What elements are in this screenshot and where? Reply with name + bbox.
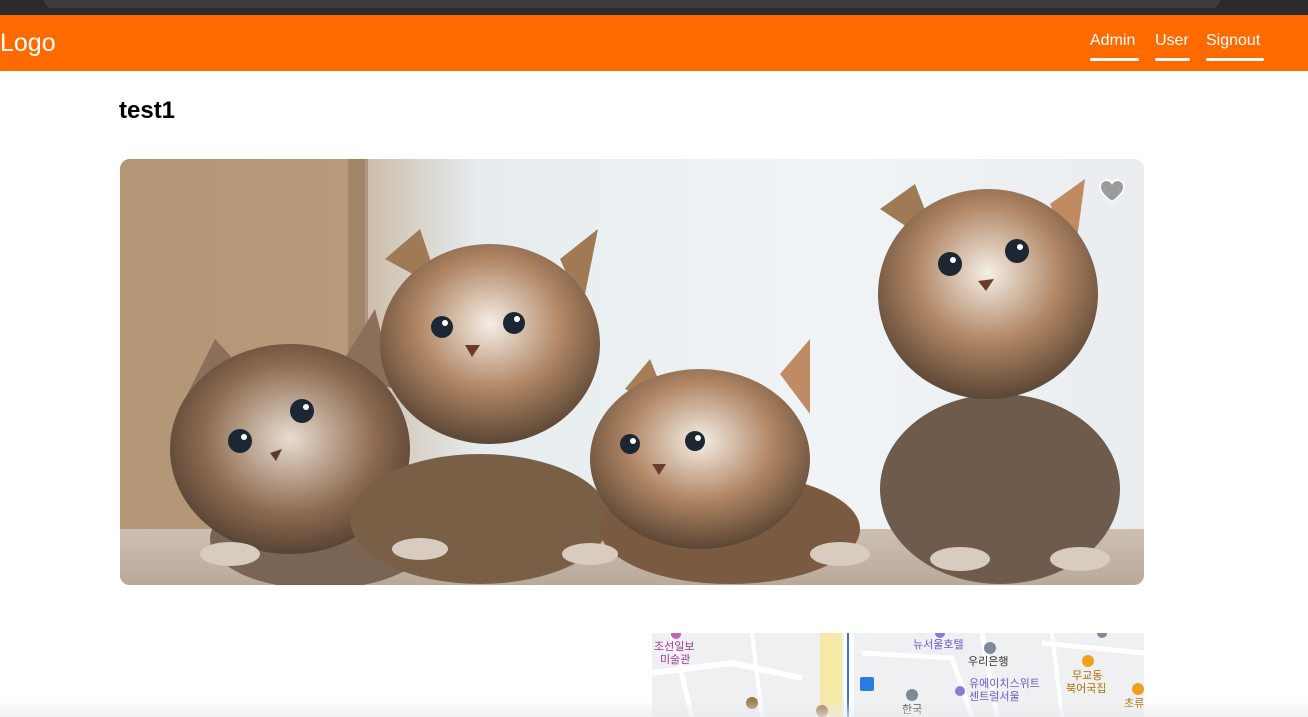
map-label: 우리은행 <box>968 656 1009 668</box>
browser-chrome <box>0 0 1308 15</box>
heart-icon[interactable] <box>1099 179 1125 203</box>
kittens-photo <box>120 159 1144 585</box>
logo[interactable]: Logo <box>0 27 56 59</box>
map-label: 조선일보 <box>654 641 695 653</box>
map-label: 초류 <box>1124 698 1144 710</box>
map-label: 북어국집 <box>1066 683 1107 695</box>
page-title: test1 <box>119 97 176 124</box>
nav-signout-link[interactable]: Signout <box>1206 31 1264 61</box>
nav-user-link[interactable]: User <box>1155 31 1190 61</box>
nav-admin-underline <box>1090 58 1139 61</box>
location-map[interactable]: 조선일보 미술관 뉴서울호텔 우리은행 유에이치스위트 센트럴서울 무교동 북어… <box>652 633 1144 717</box>
nav-admin-link[interactable]: Admin <box>1090 31 1139 61</box>
nav-user-label: User <box>1155 32 1189 49</box>
nav-signout-label: Signout <box>1206 32 1261 49</box>
map-label: 미술관 <box>660 654 691 666</box>
map-tiles <box>652 633 1144 717</box>
map-label: 뉴서울호텔 <box>913 639 964 651</box>
top-navbar: Logo Admin User Signout <box>0 15 1308 71</box>
nav-user-underline <box>1155 58 1190 61</box>
map-label: 유에이치스위트 <box>969 678 1040 690</box>
nav-admin-label: Admin <box>1090 32 1136 49</box>
address-bar <box>44 0 1220 8</box>
map-label: 무교동 <box>1072 670 1103 682</box>
nav-signout-underline <box>1206 58 1264 61</box>
post-image <box>120 159 1144 585</box>
map-label: 센트럴서울 <box>969 691 1020 703</box>
map-label: 한국 <box>902 704 923 716</box>
